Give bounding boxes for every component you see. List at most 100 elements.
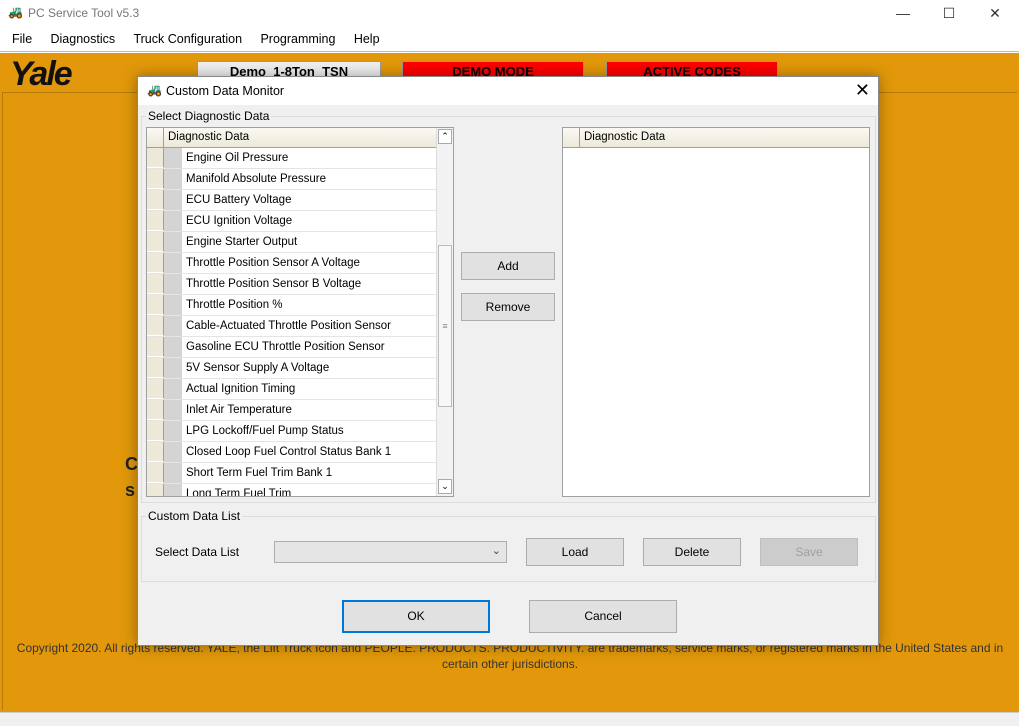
scroll-up-icon[interactable]: ⌃: [438, 129, 452, 144]
diagnostic-item[interactable]: ECU Battery Voltage: [182, 190, 295, 210]
save-button[interactable]: Save: [760, 538, 858, 566]
table-row[interactable]: Long Term Fuel Trim: [147, 484, 436, 496]
table-row[interactable]: Engine Starter Output: [147, 232, 436, 253]
diagnostic-item[interactable]: Closed Loop Fuel Control Status Bank 1: [182, 442, 395, 462]
row-indent: [164, 379, 182, 399]
row-indent: [164, 232, 182, 252]
scrollbar[interactable]: ⌃ ≡ ⌄: [436, 128, 453, 496]
select-data-list-label: Select Data List: [155, 545, 240, 559]
menu-truck-configuration[interactable]: Truck Configuration: [133, 28, 242, 46]
row-indent: [164, 358, 182, 378]
row-indent: [164, 211, 182, 231]
diagnostic-item[interactable]: Cable-Actuated Throttle Position Sensor: [182, 316, 395, 336]
table-row[interactable]: 5V Sensor Supply A Voltage: [147, 358, 436, 379]
chevron-down-icon: ⌄: [491, 545, 501, 557]
column-header[interactable]: Diagnostic Data: [164, 128, 253, 147]
menu-diagnostics[interactable]: Diagnostics: [51, 28, 116, 46]
delete-button[interactable]: Delete: [643, 538, 741, 566]
row-header[interactable]: [147, 400, 164, 420]
row-indent: [164, 169, 182, 189]
load-button[interactable]: Load: [526, 538, 624, 566]
row-header[interactable]: [147, 169, 164, 189]
maximize-button[interactable]: ☐: [926, 0, 972, 26]
app-title: PC Service Tool v5.3: [28, 6, 140, 20]
diagnostic-item[interactable]: 5V Sensor Supply A Voltage: [182, 358, 333, 378]
menu-programming[interactable]: Programming: [260, 28, 335, 46]
diagnostic-item[interactable]: Throttle Position Sensor B Voltage: [182, 274, 365, 294]
diagnostic-item[interactable]: Engine Oil Pressure: [182, 148, 292, 168]
menu-bar: File Diagnostics Truck Configuration Pro…: [0, 28, 1019, 52]
close-button[interactable]: ✕: [972, 0, 1018, 26]
row-header[interactable]: [147, 211, 164, 231]
menu-file[interactable]: File: [12, 28, 32, 46]
diagnostic-item[interactable]: Engine Starter Output: [182, 232, 301, 252]
row-header[interactable]: [147, 463, 164, 483]
row-header[interactable]: [147, 379, 164, 399]
table-row[interactable]: Engine Oil Pressure: [147, 148, 436, 169]
table-row[interactable]: ECU Ignition Voltage: [147, 211, 436, 232]
diagnostic-item[interactable]: Manifold Absolute Pressure: [182, 169, 330, 189]
diagnostic-item[interactable]: Throttle Position Sensor A Voltage: [182, 253, 364, 273]
scroll-down-icon[interactable]: ⌄: [438, 479, 452, 494]
table-row[interactable]: Actual Ignition Timing: [147, 379, 436, 400]
add-button[interactable]: Add: [461, 252, 555, 280]
table-row[interactable]: ECU Battery Voltage: [147, 190, 436, 211]
row-header[interactable]: [147, 190, 164, 210]
row-indent: [164, 316, 182, 336]
forklift-icon: 🚜: [147, 83, 162, 97]
table-row[interactable]: Closed Loop Fuel Control Status Bank 1: [147, 442, 436, 463]
yale-logo: Yale: [10, 55, 73, 93]
diagnostic-item[interactable]: Actual Ignition Timing: [182, 379, 299, 399]
row-indent: [164, 274, 182, 294]
row-indent: [164, 484, 182, 496]
available-data-grid[interactable]: Diagnostic Data Engine Oil Pressure Manif…: [146, 127, 454, 497]
diagnostic-item[interactable]: Throttle Position %: [182, 295, 287, 315]
diagnostic-item[interactable]: LPG Lockoff/Fuel Pump Status: [182, 421, 348, 441]
row-header[interactable]: [147, 232, 164, 252]
truck-model-button[interactable]: Demo_1-8Ton_TSN: [197, 61, 381, 77]
dialog-title-bar: 🚜 Custom Data Monitor ✕: [138, 77, 878, 105]
menu-help[interactable]: Help: [354, 28, 380, 46]
row-header[interactable]: [147, 337, 164, 357]
row-header[interactable]: [147, 253, 164, 273]
forklift-icon: 🚜: [8, 5, 23, 19]
diagnostic-item[interactable]: Inlet Air Temperature: [182, 400, 296, 420]
row-header[interactable]: [147, 274, 164, 294]
row-header[interactable]: [147, 358, 164, 378]
table-row[interactable]: Short Term Fuel Trim Bank 1: [147, 463, 436, 484]
diagnostic-item[interactable]: ECU Ignition Voltage: [182, 211, 296, 231]
row-header[interactable]: [147, 442, 164, 462]
scroll-thumb[interactable]: ≡: [438, 245, 452, 407]
row-header[interactable]: [147, 316, 164, 336]
row-header[interactable]: [147, 421, 164, 441]
row-indent: [164, 400, 182, 420]
table-row[interactable]: Throttle Position %: [147, 295, 436, 316]
table-row[interactable]: LPG Lockoff/Fuel Pump Status: [147, 421, 436, 442]
cancel-button[interactable]: Cancel: [529, 600, 677, 633]
table-row[interactable]: Throttle Position Sensor B Voltage: [147, 274, 436, 295]
row-header[interactable]: [147, 484, 164, 496]
remove-button[interactable]: Remove: [461, 293, 555, 321]
diagnostic-item[interactable]: Long Term Fuel Trim: [182, 484, 295, 496]
table-row[interactable]: Gasoline ECU Throttle Position Sensor: [147, 337, 436, 358]
ok-button[interactable]: OK: [342, 600, 490, 633]
table-row[interactable]: Manifold Absolute Pressure: [147, 169, 436, 190]
table-row[interactable]: Cable-Actuated Throttle Position Sensor: [147, 316, 436, 337]
row-header[interactable]: [147, 148, 164, 168]
demo-mode-indicator: DEMO MODE: [402, 61, 584, 77]
active-codes-button[interactable]: ACTIVE CODES: [606, 61, 778, 77]
data-list-select[interactable]: ⌄: [274, 541, 507, 563]
minimize-button[interactable]: —: [880, 0, 926, 26]
diagnostic-item[interactable]: Gasoline ECU Throttle Position Sensor: [182, 337, 389, 357]
group-label: Custom Data List: [148, 509, 241, 523]
column-header[interactable]: Diagnostic Data: [580, 128, 669, 147]
diagnostic-item[interactable]: Short Term Fuel Trim Bank 1: [182, 463, 336, 483]
table-row[interactable]: Throttle Position Sensor A Voltage: [147, 253, 436, 274]
row-header[interactable]: [147, 295, 164, 315]
selected-data-grid[interactable]: Diagnostic Data: [562, 127, 870, 497]
row-indent: [164, 463, 182, 483]
table-row[interactable]: Inlet Air Temperature: [147, 400, 436, 421]
dialog-close-button[interactable]: ✕: [855, 80, 870, 101]
row-indent: [164, 253, 182, 273]
row-indent: [164, 337, 182, 357]
